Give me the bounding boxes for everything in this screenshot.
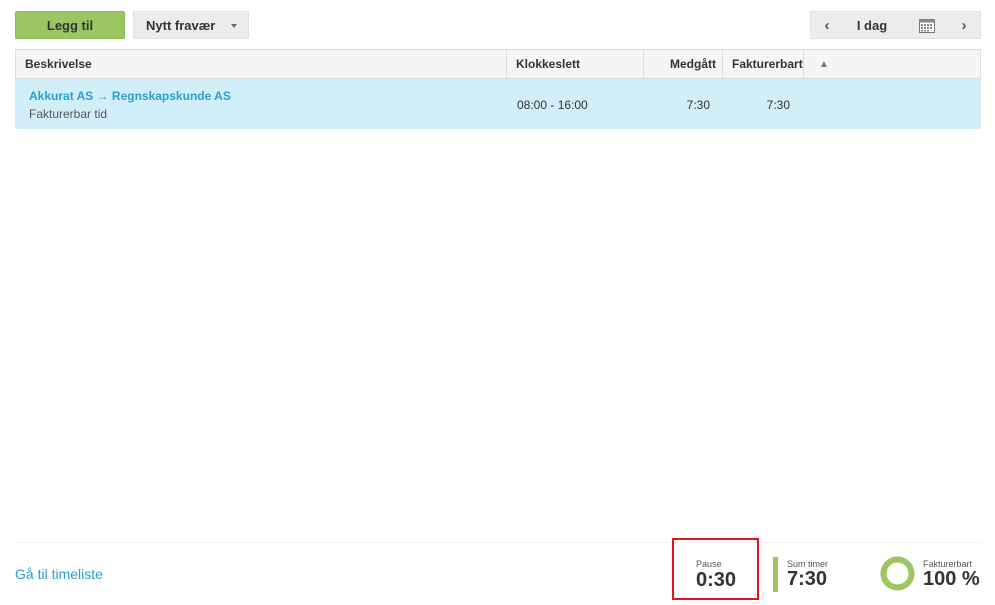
caret-down-icon [231, 24, 237, 28]
pause-stat: Pause 0:30 [672, 538, 759, 600]
table-row[interactable]: Akkurat AS → Regnskapskunde AS Fakturerb… [15, 79, 981, 129]
table-header: Beskrivelse Klokkeslett Medgått Fakturer… [15, 49, 981, 79]
billable-ring-fill [880, 556, 915, 591]
billable-stat: Fakturerbart 100 % [880, 556, 990, 596]
column-header-spent[interactable]: Medgått [644, 50, 723, 78]
sum-hours-stat: Sum timer 7:30 [773, 557, 853, 592]
billable-ring-chart [880, 556, 915, 591]
today-button[interactable]: I dag [851, 12, 893, 38]
previous-day-button[interactable]: ‹ [817, 12, 837, 38]
billable-value: 100 % [923, 568, 980, 590]
sum-hours-bar [773, 557, 778, 592]
column-header-description[interactable]: Beskrivelse [16, 50, 507, 78]
calendar-icon[interactable] [919, 18, 935, 33]
sort-arrow-icon[interactable]: ▲ [804, 50, 980, 78]
entry-customer-link[interactable]: Akkurat AS → Regnskapskunde AS [29, 89, 231, 103]
next-day-button[interactable]: › [954, 12, 974, 38]
date-navigator: ‹ I dag › [810, 11, 981, 39]
entry-billable: 7:30 [766, 98, 790, 112]
column-header-clock[interactable]: Klokkeslett [507, 50, 644, 78]
column-header-billable[interactable]: Fakturerbart [723, 50, 804, 78]
entry-type: Fakturerbar tid [29, 107, 108, 121]
entry-clock: 08:00 - 16:00 [517, 98, 588, 112]
new-absence-dropdown[interactable]: Nytt fravær [133, 11, 249, 39]
time-entries-table: Beskrivelse Klokkeslett Medgått Fakturer… [15, 49, 981, 543]
sum-hours-value: 7:30 [787, 568, 828, 590]
new-absence-label: Nytt fravær [146, 17, 216, 33]
go-to-timesheet-link[interactable]: Gå til timeliste [15, 566, 103, 582]
pause-label: Pause [696, 559, 722, 569]
entry-spent: 7:30 [686, 98, 710, 112]
pause-value: 0:30 [696, 569, 737, 591]
add-entry-button[interactable]: Legg til [15, 11, 125, 39]
